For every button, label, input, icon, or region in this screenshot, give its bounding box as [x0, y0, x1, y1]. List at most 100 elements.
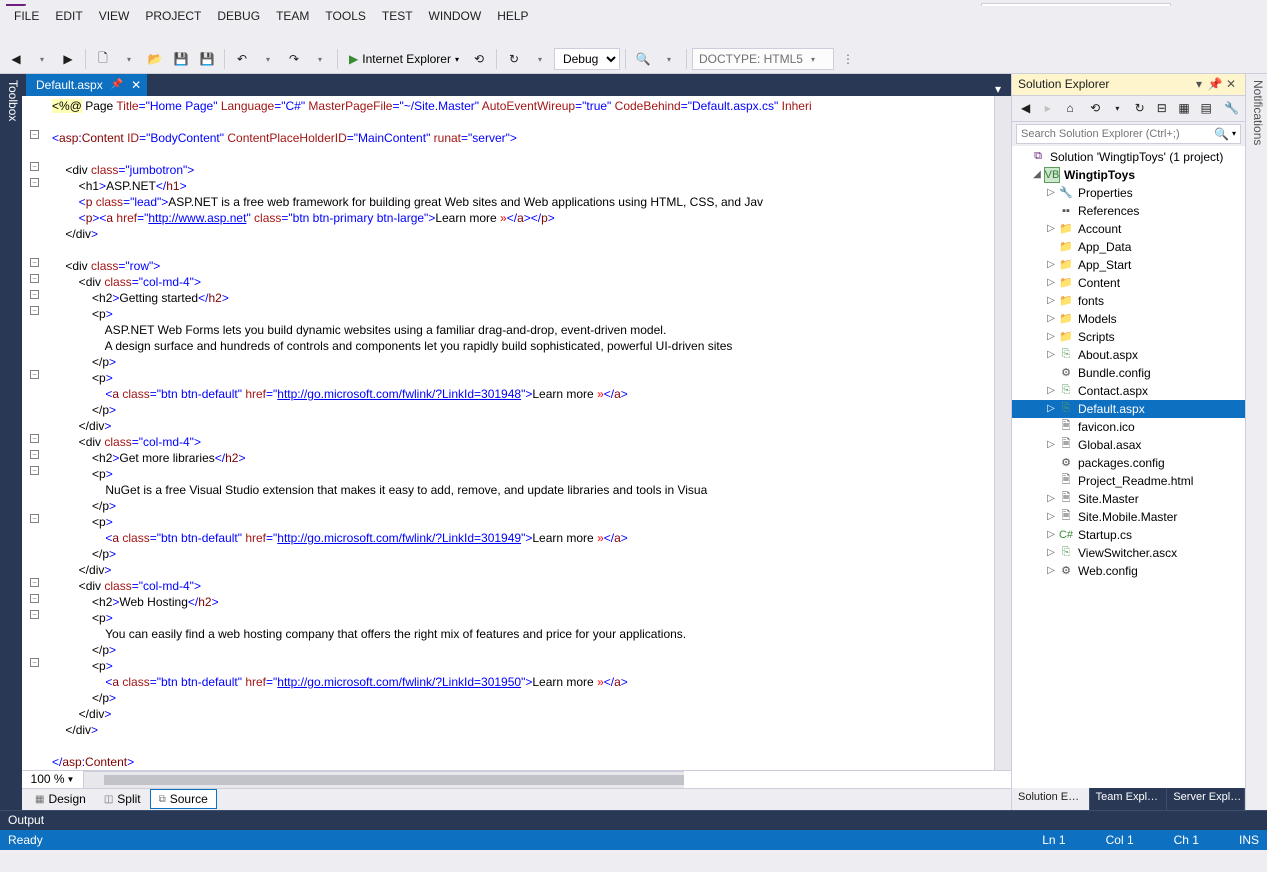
menu-team[interactable]: TEAM: [268, 7, 317, 25]
pin-icon[interactable]: 📌: [111, 79, 123, 90]
fold-icon[interactable]: −: [30, 450, 39, 459]
tree-item[interactable]: ▷📁Content: [1012, 274, 1245, 292]
undo-dropdown[interactable]: ▾: [256, 47, 280, 71]
fold-icon[interactable]: −: [30, 178, 39, 187]
menu-edit[interactable]: EDIT: [47, 7, 90, 25]
vertical-scrollbar[interactable]: [994, 96, 1011, 770]
redo-button[interactable]: ↷: [282, 47, 306, 71]
tab-team-explorer[interactable]: Team Expl…: [1090, 788, 1168, 810]
tree-item[interactable]: ▷⎘About.aspx: [1012, 346, 1245, 364]
config-select[interactable]: Debug: [554, 48, 620, 70]
tree-item[interactable]: ▷📁Scripts: [1012, 328, 1245, 346]
tree-solution[interactable]: ⧉Solution 'WingtipToys' (1 project): [1012, 148, 1245, 166]
solution-search-input[interactable]: [1021, 128, 1214, 140]
code-editor[interactable]: − − − − − − − − − − − − − − − − <%@ Page…: [22, 96, 1011, 770]
fold-icon[interactable]: −: [30, 162, 39, 171]
tree-item[interactable]: ▷⚙Web.config: [1012, 562, 1245, 580]
save-button[interactable]: 💾: [169, 47, 193, 71]
fold-icon[interactable]: −: [30, 658, 39, 667]
source-tab[interactable]: ⧉Source: [150, 789, 217, 809]
menu-file[interactable]: FILE: [6, 7, 47, 25]
close-icon[interactable]: ✕: [131, 78, 141, 92]
tree-item[interactable]: ▪▪References: [1012, 202, 1245, 220]
collapse-button[interactable]: ⊟: [1152, 98, 1171, 118]
document-tab[interactable]: Default.aspx 📌 ✕: [26, 74, 147, 96]
refresh-button[interactable]: ↻: [502, 47, 526, 71]
dropdown-icon[interactable]: ▾: [1191, 77, 1207, 91]
save-all-button[interactable]: 💾: [195, 47, 219, 71]
split-tab[interactable]: ◫Split: [95, 789, 150, 809]
notifications-tab[interactable]: Notifications: [1245, 74, 1267, 810]
nav-forward-button[interactable]: ▶: [56, 47, 80, 71]
menu-window[interactable]: WINDOW: [421, 7, 490, 25]
find-dropdown[interactable]: ▾: [657, 47, 681, 71]
close-icon[interactable]: ✕: [1223, 77, 1239, 91]
search-icon[interactable]: 🔍: [1214, 127, 1229, 141]
undo-button[interactable]: ↶: [230, 47, 254, 71]
tab-server-explorer[interactable]: Server Expl…: [1167, 788, 1245, 810]
redo-dropdown[interactable]: ▾: [308, 47, 332, 71]
fold-icon[interactable]: −: [30, 466, 39, 475]
tab-solution-explorer[interactable]: Solution E…: [1012, 788, 1090, 810]
back-button[interactable]: ◀: [1016, 98, 1035, 118]
nav-back-dropdown[interactable]: ▾: [30, 47, 54, 71]
fold-icon[interactable]: −: [30, 594, 39, 603]
output-panel-tab[interactable]: Output: [0, 810, 1267, 830]
code-content[interactable]: <%@ Page Title="Home Page" Language="C#"…: [52, 96, 994, 770]
fold-icon[interactable]: −: [30, 306, 39, 315]
nav-back-button[interactable]: ◀: [4, 47, 28, 71]
toolbar-overflow[interactable]: ⋮: [836, 47, 860, 71]
tree-item[interactable]: 📁App_Data: [1012, 238, 1245, 256]
new-dropdown[interactable]: ▾: [117, 47, 141, 71]
tree-item[interactable]: ▷🔧Properties: [1012, 184, 1245, 202]
sync-button[interactable]: ⟲: [1086, 98, 1105, 118]
tree-item[interactable]: 🗎Project_Readme.html: [1012, 472, 1245, 490]
open-file-button[interactable]: 📂: [143, 47, 167, 71]
tree-item[interactable]: ▷⎘ViewSwitcher.ascx: [1012, 544, 1245, 562]
design-tab[interactable]: ▦Design: [26, 789, 95, 809]
tree-item[interactable]: ▷🗎Site.Mobile.Master: [1012, 508, 1245, 526]
preview-button[interactable]: ▤: [1197, 98, 1216, 118]
search-dropdown-icon[interactable]: ▾: [1232, 129, 1236, 138]
menu-view[interactable]: VIEW: [91, 7, 138, 25]
refresh-dropdown[interactable]: ▾: [528, 47, 552, 71]
fold-icon[interactable]: −: [30, 130, 39, 139]
tree-item[interactable]: ⚙Bundle.config: [1012, 364, 1245, 382]
find-button[interactable]: 🔍: [631, 47, 655, 71]
solution-tree[interactable]: ⧉Solution 'WingtipToys' (1 project)◢VBWi…: [1012, 146, 1245, 788]
browser-link-button[interactable]: ⟲: [467, 47, 491, 71]
menu-debug[interactable]: DEBUG: [209, 7, 268, 25]
fold-icon[interactable]: −: [30, 514, 39, 523]
tree-item[interactable]: ▷📁App_Start: [1012, 256, 1245, 274]
zoom-level[interactable]: 100 %▼: [22, 771, 84, 788]
run-button[interactable]: ▶ Internet Explorer ▾: [343, 47, 465, 71]
tab-overflow-icon[interactable]: ▾: [989, 82, 1007, 96]
tree-item[interactable]: ▷🗎Site.Master: [1012, 490, 1245, 508]
fold-icon[interactable]: −: [30, 610, 39, 619]
tree-project[interactable]: ◢VBWingtipToys: [1012, 166, 1245, 184]
home-button[interactable]: ⌂: [1060, 98, 1079, 118]
tree-item[interactable]: ▷📁fonts: [1012, 292, 1245, 310]
properties-button[interactable]: 🔧: [1222, 98, 1241, 118]
fold-icon[interactable]: −: [30, 434, 39, 443]
tree-item[interactable]: ▷C#Startup.cs: [1012, 526, 1245, 544]
tree-item[interactable]: ▷⎘Default.aspx: [1012, 400, 1245, 418]
doctype-select[interactable]: DOCTYPE: HTML5 ▾: [692, 48, 834, 70]
menu-project[interactable]: PROJECT: [137, 7, 209, 25]
new-project-button[interactable]: 🗋: [91, 47, 115, 71]
toolbox-tab[interactable]: Toolbox: [0, 74, 22, 810]
tree-item[interactable]: 🗎favicon.ico: [1012, 418, 1245, 436]
fold-icon[interactable]: −: [30, 258, 39, 267]
menu-help[interactable]: HELP: [489, 7, 536, 25]
tree-item[interactable]: ▷📁Account: [1012, 220, 1245, 238]
solution-header[interactable]: Solution Explorer ▾ 📌 ✕: [1012, 74, 1245, 96]
tree-item[interactable]: ⚙packages.config: [1012, 454, 1245, 472]
show-all-button[interactable]: ▦: [1174, 98, 1193, 118]
tree-item[interactable]: ▷🗎Global.asax: [1012, 436, 1245, 454]
sync-dropdown[interactable]: ▾: [1108, 98, 1127, 118]
fold-icon[interactable]: −: [30, 290, 39, 299]
fold-icon[interactable]: −: [30, 578, 39, 587]
fold-icon[interactable]: −: [30, 370, 39, 379]
horizontal-scrollbar[interactable]: [84, 771, 684, 788]
refresh-button[interactable]: ↻: [1130, 98, 1149, 118]
